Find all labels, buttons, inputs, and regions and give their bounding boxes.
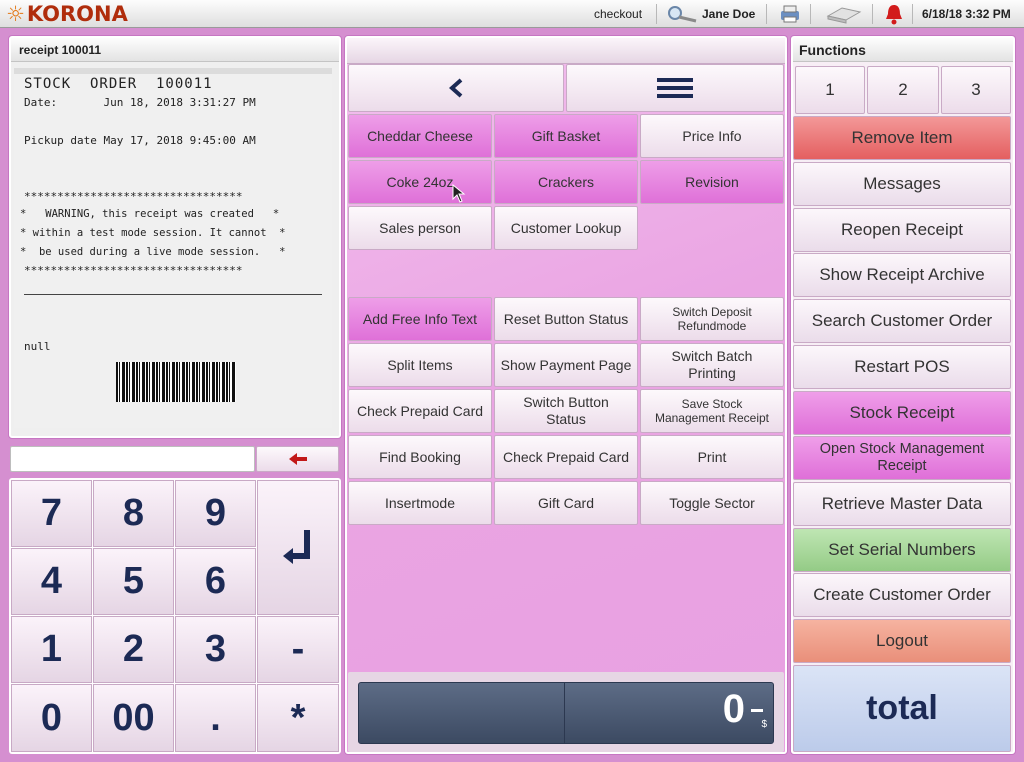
messages-button[interactable]: Messages [793, 162, 1011, 206]
key-7[interactable]: 7 [11, 480, 92, 547]
btn-toggle-sector[interactable]: Toggle Sector [640, 481, 784, 525]
btn-show-payment-page[interactable]: Show Payment Page [494, 343, 638, 387]
receipt-barcode [116, 362, 236, 402]
functions-title: Functions [793, 38, 1013, 62]
back-button[interactable] [348, 64, 564, 112]
backspace-button[interactable] [256, 446, 339, 472]
magnifier-key-icon [668, 6, 697, 23]
key-9[interactable]: 9 [175, 480, 256, 547]
btn-save-stock-management-receipt[interactable]: Save Stock Management Receipt [640, 389, 784, 433]
btn-insertmode[interactable]: Insertmode [348, 481, 492, 525]
total-amount: 0 [722, 687, 745, 731]
stock-receipt-button[interactable]: Stock Receipt [793, 391, 1011, 435]
receipt-warning-2: * within a test mode session. It cannot … [20, 227, 286, 239]
enter-button[interactable] [257, 480, 339, 615]
printer-button[interactable] [778, 4, 802, 24]
back-chevron-icon [448, 78, 463, 98]
total-display: 0 $ [358, 682, 774, 744]
numeric-keypad: 7 8 9 4 5 6 1 2 3 - 0 00 . * [9, 478, 341, 754]
receipt-warning-1: * WARNING, this receipt was created * [20, 208, 280, 220]
total-button[interactable]: total [793, 665, 1011, 752]
key-2[interactable]: 2 [93, 616, 174, 683]
receipt-title: receipt 100011 [11, 38, 339, 62]
functions-tab-1[interactable]: 1 [795, 66, 865, 114]
korona-logo: ☼KORONA [6, 2, 128, 26]
mode-label: checkout [594, 7, 643, 21]
receipt-date: Date: Jun 18, 2018 3:31:27 PM [24, 96, 256, 109]
key-minus[interactable]: - [257, 616, 339, 683]
functions-tab-3[interactable]: 3 [941, 66, 1011, 114]
currency-symbol: $ [761, 719, 767, 730]
notifications-button[interactable] [884, 3, 904, 25]
functions-panel: Functions 1 2 3 Remove Item Messages Reo… [791, 36, 1015, 754]
btn-cheddar-cheese[interactable]: Cheddar Cheese [348, 114, 492, 158]
backspace-arrow-icon [288, 453, 307, 465]
btn-price-info[interactable]: Price Info [640, 114, 784, 158]
btn-add-free-info-text[interactable]: Add Free Info Text [348, 297, 492, 341]
receipt-divider [24, 294, 322, 295]
receipt-heading: STOCK ORDER 100011 [24, 76, 213, 92]
menu-button[interactable] [566, 64, 784, 112]
btn-switch-button-status[interactable]: Switch Button Status [494, 389, 638, 433]
reopen-receipt-button[interactable]: Reopen Receipt [793, 208, 1011, 252]
create-customer-order-button[interactable]: Create Customer Order [793, 573, 1011, 617]
btn-check-prepaid-card-2[interactable]: Check Prepaid Card [494, 435, 638, 479]
functions-tab-2[interactable]: 2 [867, 66, 939, 114]
restart-pos-button[interactable]: Restart POS [793, 345, 1011, 389]
show-receipt-archive-button[interactable]: Show Receipt Archive [793, 253, 1011, 297]
remove-item-button[interactable]: Remove Item [793, 116, 1011, 160]
btn-revision[interactable]: Revision [640, 160, 784, 204]
search-customer-order-button[interactable]: Search Customer Order [793, 299, 1011, 343]
btn-sales-person[interactable]: Sales person [348, 206, 492, 250]
total-display-divider [564, 683, 565, 743]
amount-input[interactable] [10, 446, 255, 472]
btn-gift-basket[interactable]: Gift Basket [494, 114, 638, 158]
receipt-stars-bottom: ********************************* [24, 264, 243, 277]
cash-drawer-icon [826, 7, 862, 24]
btn-reset-button-status[interactable]: Reset Button Status [494, 297, 638, 341]
open-stock-management-receipt-button[interactable]: Open Stock Management Receipt [793, 436, 1011, 480]
btn-crackers[interactable]: Crackers [494, 160, 638, 204]
btn-find-booking[interactable]: Find Booking [348, 435, 492, 479]
btn-check-prepaid-card[interactable]: Check Prepaid Card [348, 389, 492, 433]
retrieve-master-data-button[interactable]: Retrieve Master Data [793, 482, 1011, 526]
hamburger-menu-icon [657, 78, 693, 98]
total-minus-sign [751, 709, 763, 712]
btn-split-items[interactable]: Split Items [348, 343, 492, 387]
btn-switch-batch-printing[interactable]: Switch Batch Printing [640, 343, 784, 387]
korona-sun-icon: ☼ [6, 2, 25, 26]
receipt-null: null [24, 340, 51, 353]
receipt-pickup: Pickup date May 17, 2018 9:45:00 AM [24, 134, 256, 147]
top-bar: ☼KORONA checkout Jane Doe 6/18/18 3:32 P… [0, 0, 1024, 28]
key-00[interactable]: 00 [93, 684, 174, 752]
key-1[interactable]: 1 [11, 616, 92, 683]
btn-customer-lookup[interactable]: Customer Lookup [494, 206, 638, 250]
user-name: Jane Doe [702, 7, 756, 21]
key-5[interactable]: 5 [93, 548, 174, 615]
key-multiply[interactable]: * [257, 684, 339, 752]
center-header [347, 38, 785, 64]
datetime: 6/18/18 3:32 PM [922, 7, 1011, 21]
key-0[interactable]: 0 [11, 684, 92, 752]
btn-print[interactable]: Print [640, 435, 784, 479]
cash-drawer-button[interactable] [824, 4, 864, 24]
receipt-preview: STOCK ORDER 100011 Date: Jun 18, 2018 3:… [14, 68, 332, 428]
btn-gift-card[interactable]: Gift Card [494, 481, 638, 525]
btn-coke-24oz[interactable]: Coke 24oz [348, 160, 492, 204]
key-6[interactable]: 6 [175, 548, 256, 615]
printer-icon [781, 5, 799, 23]
receipt-warning-3: * be used during a live mode session. * [20, 246, 286, 258]
key-4[interactable]: 4 [11, 548, 92, 615]
set-serial-numbers-button[interactable]: Set Serial Numbers [793, 528, 1011, 572]
key-8[interactable]: 8 [93, 480, 174, 547]
enter-return-icon [283, 529, 310, 564]
logout-button[interactable]: Logout [793, 619, 1011, 663]
btn-switch-deposit-refundmode[interactable]: Switch Deposit Refundmode [640, 297, 784, 341]
bell-icon [886, 5, 902, 25]
key-dot[interactable]: . [175, 684, 256, 752]
user-menu[interactable]: Jane Doe [666, 0, 755, 28]
key-3[interactable]: 3 [175, 616, 256, 683]
mouse-cursor-icon [452, 184, 466, 203]
receipt-stars-top: ********************************* [24, 190, 243, 203]
